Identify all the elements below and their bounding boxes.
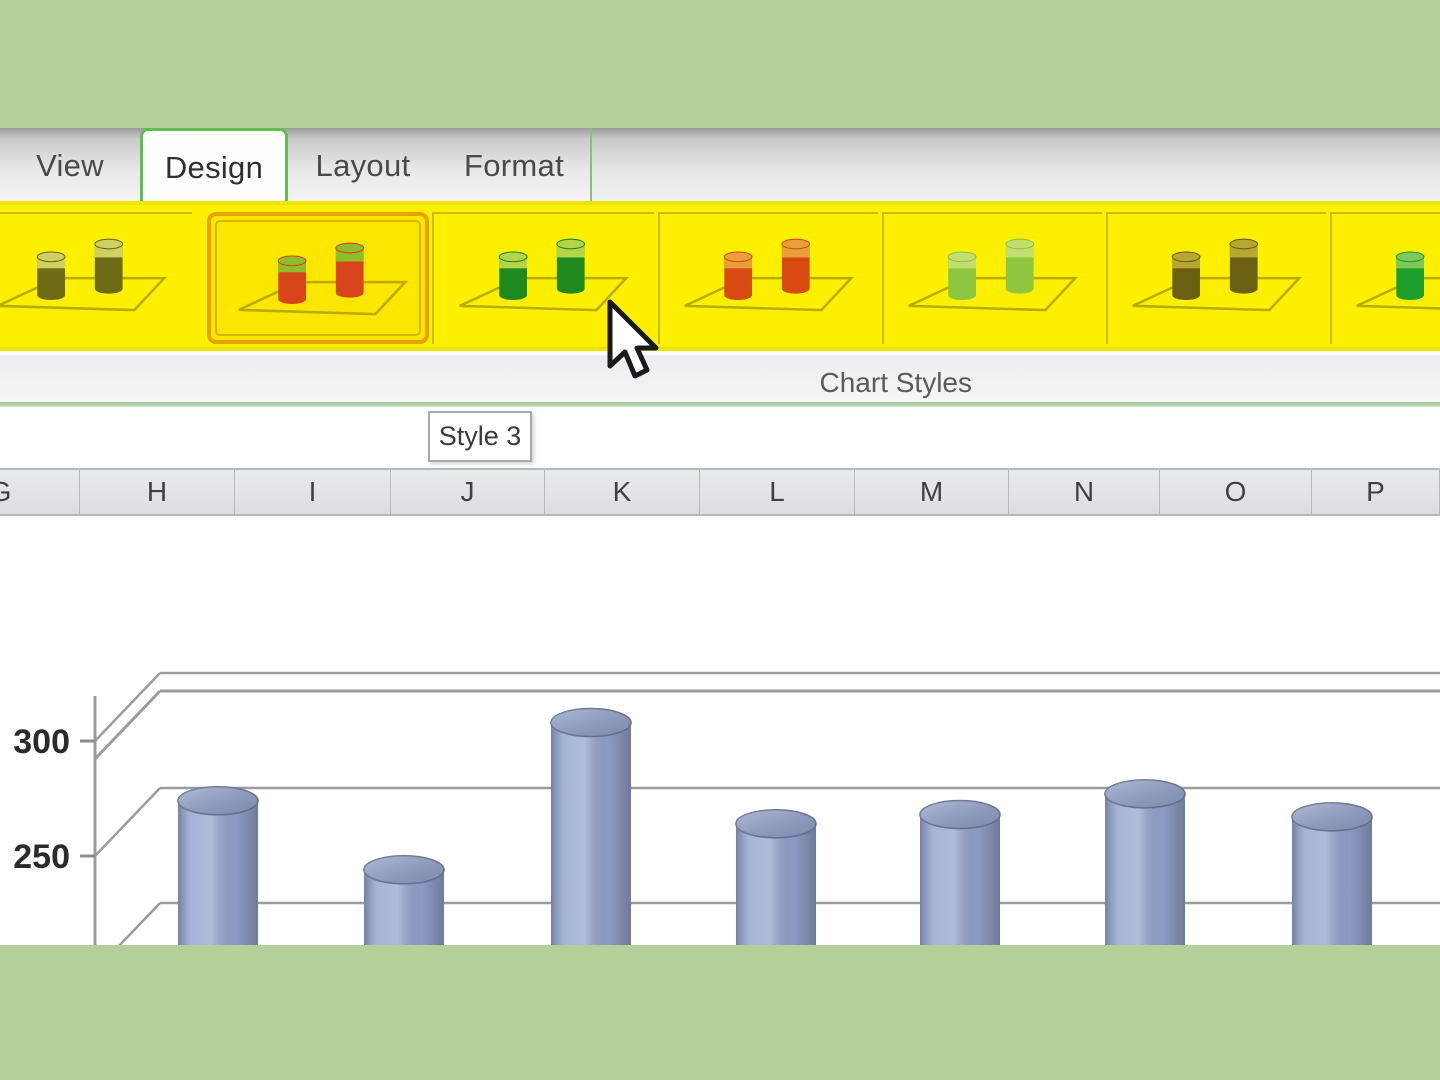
column-header-O[interactable]: O	[1160, 470, 1312, 514]
chart-style-thumb-graphic	[684, 238, 855, 312]
bar-top-cap-shading	[178, 786, 258, 815]
column-header-H[interactable]: H	[80, 470, 235, 514]
bar-top-cap-shading	[1105, 779, 1185, 808]
tab-design-label: Design	[164, 149, 264, 185]
chart-bar-3[interactable]	[550, 707, 632, 945]
tab-layout[interactable]: Layout	[290, 128, 436, 204]
worksheet-chart-area: 200250300	[0, 516, 1440, 945]
chart-bar-6[interactable]	[1104, 779, 1186, 945]
chart-style-thumb-graphic	[908, 238, 1079, 312]
chart-bar-2[interactable]	[363, 854, 445, 945]
column-header-I[interactable]: I	[235, 470, 391, 514]
chart-style-thumb-graphic	[238, 242, 409, 316]
column-header-M[interactable]: M	[855, 470, 1009, 514]
chart-style-thumb-6[interactable]	[1106, 212, 1326, 344]
tab-format-label: Format	[464, 148, 564, 183]
tab-layout-label: Layout	[315, 148, 411, 183]
style-tooltip: Style 3	[428, 411, 532, 462]
column-header-P[interactable]: P	[1312, 470, 1440, 514]
bar-top-cap-shading	[736, 809, 816, 838]
chart-style-thumb-2[interactable]	[207, 212, 429, 344]
chart-style-thumb-4[interactable]	[658, 212, 878, 344]
bar-top-cap-shading	[920, 800, 1000, 829]
bar-segment-shading	[551, 722, 631, 945]
excel-window: View Design Layout Format Chart Styles G…	[0, 128, 1440, 945]
column-header-K[interactable]: K	[545, 470, 700, 514]
tooltip-label: Style 3	[438, 421, 522, 451]
bar-top-cap-shading	[551, 708, 631, 737]
column-header-G[interactable]: G	[0, 470, 80, 514]
chart-style-thumb-graphic	[1356, 251, 1440, 310]
tab-format[interactable]: Format	[440, 128, 588, 204]
chart-bars[interactable]	[177, 707, 1373, 945]
column-header-label: G	[0, 476, 12, 507]
column-header-label: P	[1366, 476, 1385, 507]
chart-styles-gallery[interactable]	[0, 201, 1440, 351]
chart-style-thumb-graphic	[1132, 238, 1303, 312]
bar-segment-shading	[736, 823, 816, 945]
chart-style-thumb-1[interactable]	[0, 212, 192, 344]
column-header-label: O	[1224, 476, 1247, 507]
tab-view[interactable]: View	[0, 128, 140, 204]
ribbon-tab-strip-filler	[590, 128, 1440, 204]
chart-bar-7[interactable]	[1291, 802, 1373, 945]
column-header-label: L	[769, 476, 785, 507]
column-header-J[interactable]: J	[391, 470, 545, 514]
chart-style-thumb-5[interactable]	[882, 212, 1102, 344]
formula-bar-strip[interactable]	[0, 407, 1440, 472]
bar-segment-shading	[1292, 816, 1372, 945]
y-tick-label: 300	[13, 723, 70, 761]
tab-design[interactable]: Design	[140, 128, 288, 204]
chart-style-thumb-7[interactable]	[1330, 212, 1440, 344]
chart-bar-5[interactable]	[919, 799, 1001, 945]
screen-stage: View Design Layout Format Chart Styles G…	[0, 0, 1440, 1080]
tab-view-label: View	[36, 148, 104, 183]
chart-styles-group-label: Chart Styles	[819, 367, 973, 398]
column-header-label: N	[1073, 476, 1095, 507]
column-header-label: J	[460, 476, 475, 507]
chart-style-thumb-graphic	[0, 238, 168, 312]
bar-top-cap-shading	[1292, 802, 1372, 831]
column-header-N[interactable]: N	[1009, 470, 1160, 514]
y-tick-label: 250	[13, 838, 70, 876]
stacked-cylinder-chart[interactable]: 200250300	[0, 516, 1440, 945]
bar-top-cap-shading	[364, 855, 444, 884]
column-header-row: G H I J K L M N O P	[0, 468, 1440, 516]
column-header-L[interactable]: L	[700, 470, 855, 514]
mouse-cursor-arrow-icon	[607, 299, 659, 379]
ribbon-tab-strip: View Design Layout Format	[0, 128, 1440, 204]
chart-bar-1[interactable]	[177, 785, 259, 945]
column-header-label: I	[308, 476, 317, 507]
chart-y-axis-labels: 200250300	[13, 723, 70, 876]
bar-segment-shading	[178, 800, 258, 945]
column-header-label: H	[146, 476, 168, 507]
bar-segment-shading	[920, 814, 1000, 945]
bar-segment-shading	[1105, 793, 1185, 945]
column-header-label: K	[612, 476, 632, 507]
chart-bar-4[interactable]	[735, 808, 817, 945]
ribbon-body: Chart Styles	[0, 201, 1440, 411]
column-header-label: M	[919, 476, 944, 507]
